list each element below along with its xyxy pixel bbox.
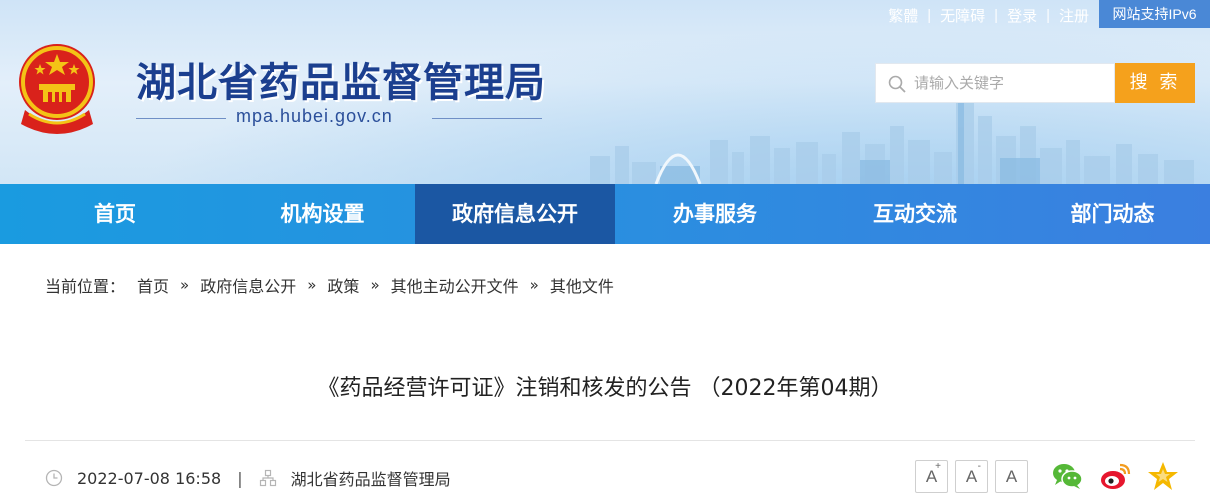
link-separator: | — [927, 6, 932, 24]
site-header: 湖北省药品监督管理局 mpa.hubei.gov.cn 繁體 | 无障碍 | 登… — [0, 0, 1210, 184]
breadcrumb-separator: » — [529, 276, 539, 294]
share-buttons — [1050, 460, 1194, 492]
font-decrease-button[interactable]: A- — [955, 460, 988, 493]
breadcrumb-separator: » — [370, 276, 380, 294]
article-source: 湖北省药品监督管理局 — [290, 470, 451, 489]
nav-item-home[interactable]: 首页 — [0, 184, 230, 244]
site-title: 湖北省药品监督管理局 — [136, 60, 546, 106]
search-input[interactable] — [914, 64, 1110, 102]
decorative-line — [136, 118, 226, 119]
divider — [25, 440, 1195, 441]
top-links: 繁體 | 无障碍 | 登录 | 注册 — [879, 4, 1098, 26]
breadcrumb: 当前位置： 首页 » 政府信息公开 » 政策 » 其他主动公开文件 » 其他文件 — [45, 272, 614, 298]
favorite-star-icon[interactable] — [1146, 460, 1180, 492]
nav-item-services[interactable]: 办事服务 — [615, 184, 815, 244]
article-meta: 2022-07-08 16:58 | 湖北省药品监督管理局 — [45, 465, 451, 491]
breadcrumb-item[interactable]: 其他文件 — [550, 273, 614, 297]
traditional-chinese-link[interactable]: 繁體 — [879, 5, 927, 26]
breadcrumb-separator: » — [180, 276, 190, 294]
font-increase-button[interactable]: A + — [915, 460, 948, 493]
nav-item-organization[interactable]: 机构设置 — [230, 184, 415, 244]
link-separator: | — [1046, 6, 1050, 24]
site-domain: mpa.hubei.gov.cn — [236, 106, 393, 126]
search-button[interactable]: 搜 索 — [1115, 63, 1195, 103]
organization-icon — [259, 469, 276, 487]
publish-datetime: 2022-07-08 16:58 — [77, 468, 222, 488]
nav-item-department-news[interactable]: 部门动态 — [1015, 184, 1210, 244]
font-reset-button[interactable]: A — [995, 460, 1028, 493]
breadcrumb-item[interactable]: 首页 — [137, 273, 169, 297]
breadcrumb-item[interactable]: 政府信息公开 — [200, 273, 296, 297]
breadcrumb-separator: » — [307, 276, 317, 294]
breadcrumb-item[interactable]: 其他主动公开文件 — [391, 273, 519, 297]
main-nav: 首页 机构设置 政府信息公开 办事服务 互动交流 部门动态 — [0, 184, 1210, 244]
meta-separator: | — [237, 468, 243, 488]
breadcrumb-item[interactable]: 政策 — [327, 273, 359, 297]
login-link[interactable]: 登录 — [998, 5, 1046, 26]
ipv6-badge: 网站支持IPv6 — [1099, 0, 1210, 28]
decorative-line — [432, 118, 542, 119]
font-size-controls: A + A- A — [915, 460, 1035, 493]
register-link[interactable]: 注册 — [1050, 5, 1098, 26]
article-title: 《药品经营许可证》注销和核发的公告 （2022年第04期） — [317, 376, 893, 401]
city-skyline-image — [590, 96, 1194, 184]
national-emblem-logo — [19, 44, 95, 134]
wechat-icon[interactable] — [1050, 460, 1084, 492]
accessibility-link[interactable]: 无障碍 — [931, 5, 994, 26]
nav-item-interaction[interactable]: 互动交流 — [815, 184, 1015, 244]
weibo-icon[interactable] — [1098, 460, 1132, 492]
breadcrumb-prefix: 当前位置： — [45, 277, 126, 296]
link-separator: | — [994, 6, 999, 24]
nav-item-government-info[interactable]: 政府信息公开 — [415, 184, 615, 244]
clock-icon — [45, 469, 63, 487]
search-box — [875, 63, 1115, 103]
search-icon — [888, 75, 906, 93]
